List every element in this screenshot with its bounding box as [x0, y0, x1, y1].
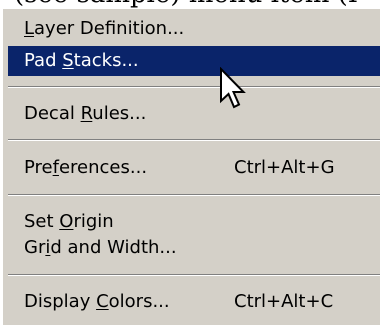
menu-item-grid-and-width[interactable]: Grid and Width...	[8, 233, 380, 263]
menu-item-layer-definition[interactable]: Layer Definition...	[8, 14, 380, 44]
menu-item-label: Display Colors...	[24, 291, 170, 312]
menu-item-display-colors[interactable]: Display Colors... Ctrl+Alt+C	[8, 287, 380, 317]
menu-item-decal-rules[interactable]: Decal Rules...	[8, 99, 380, 129]
menu-separator	[8, 139, 380, 141]
document-caption-fragment: (see sample) menu item (I	[0, 0, 380, 8]
menu-item-label: Pad Stacks...	[24, 50, 139, 71]
arrow-pointer-icon	[220, 67, 246, 109]
menu-item-shortcut: Ctrl+Alt+C	[234, 291, 334, 312]
menu-item-label: Preferences...	[24, 157, 148, 178]
menu-item-pad-stacks[interactable]: Pad Stacks...	[8, 46, 380, 76]
menu-separator	[8, 194, 380, 196]
menu-separator	[8, 86, 380, 88]
menu-item-preferences[interactable]: Preferences... Ctrl+Alt+G	[8, 153, 380, 183]
menu-item-label: Layer Definition...	[24, 18, 185, 39]
menu-separator	[8, 274, 380, 276]
context-menu: Layer Definition... Pad Stacks... Decal …	[2, 8, 380, 325]
menu-item-label: Decal Rules...	[24, 103, 147, 124]
menu-item-shortcut: Ctrl+Alt+G	[234, 157, 335, 178]
menu-item-label: Grid and Width...	[24, 237, 177, 258]
caption-text: (see sample) menu item (I	[14, 0, 358, 8]
